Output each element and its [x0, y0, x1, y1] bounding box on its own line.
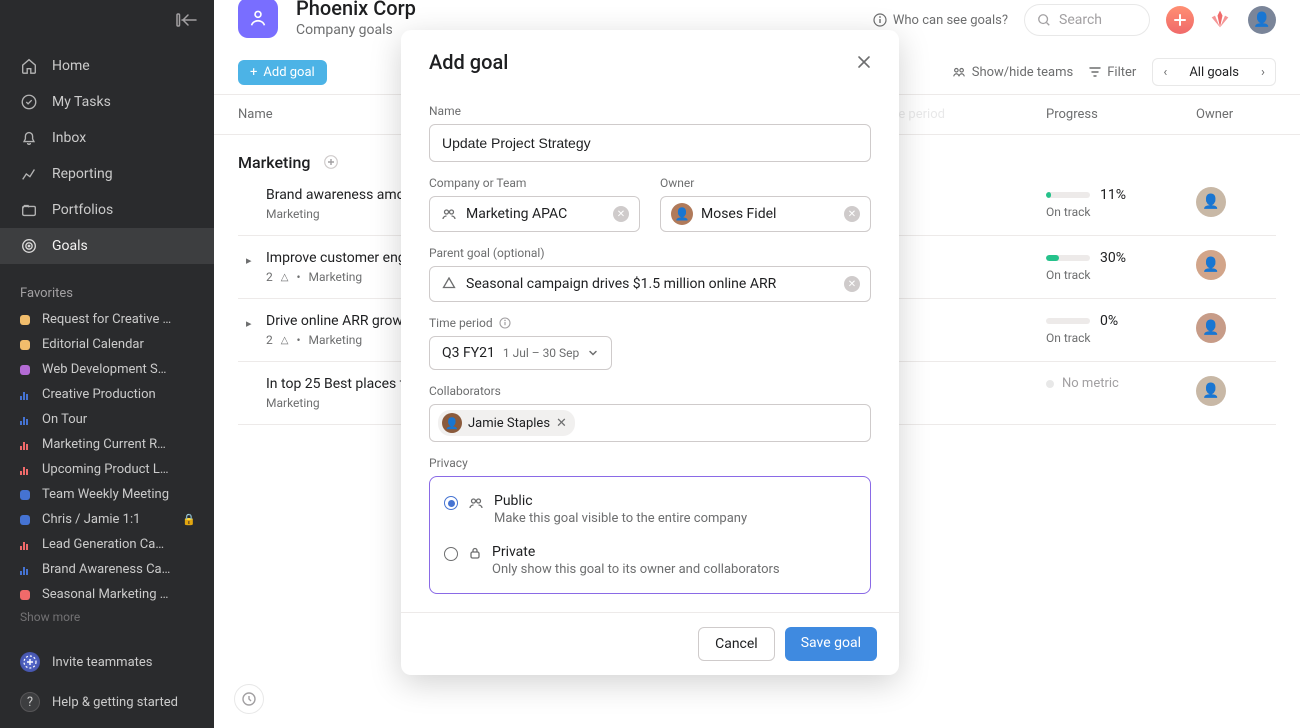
company-select[interactable]: Marketing APAC ✕ — [429, 196, 640, 232]
owner-clear[interactable]: ✕ — [844, 206, 860, 222]
owner-select[interactable]: 👤 Moses Fidel ✕ — [660, 196, 871, 232]
info-icon — [499, 317, 511, 329]
owner-avatar: 👤 — [671, 203, 693, 225]
lock-icon — [468, 546, 482, 560]
company-value: Marketing APAC — [466, 206, 605, 222]
collaborators-label: Collaborators — [429, 384, 871, 398]
collab-name: Jamie Staples — [468, 416, 550, 431]
goal-name-input[interactable] — [429, 124, 871, 162]
owner-value: Moses Fidel — [701, 206, 836, 222]
time-period-label: Time period — [429, 316, 871, 330]
close-icon — [857, 55, 871, 69]
team-icon — [440, 206, 458, 222]
private-desc: Only show this goal to its owner and col… — [492, 562, 780, 577]
parent-clear[interactable]: ✕ — [844, 276, 860, 292]
collaborator-chip: 👤 Jamie Staples ✕ — [438, 410, 575, 436]
public-icon — [468, 495, 484, 511]
public-desc: Make this goal visible to the entire com… — [494, 511, 747, 526]
add-goal-modal: Add goal Name Company or Team Mar — [401, 30, 899, 675]
company-clear[interactable]: ✕ — [613, 206, 629, 222]
public-title: Public — [494, 493, 747, 509]
modal-close-button[interactable] — [857, 55, 871, 69]
modal-overlay: Add goal Name Company or Team Mar — [0, 0, 1300, 728]
name-label: Name — [429, 104, 871, 118]
chevron-down-icon — [587, 347, 599, 359]
tp-range: 1 Jul – 30 Sep — [503, 346, 579, 360]
parent-label: Parent goal (optional) — [429, 246, 871, 260]
owner-label: Owner — [660, 176, 871, 190]
company-label: Company or Team — [429, 176, 640, 190]
tp-value: Q3 FY21 — [442, 345, 495, 361]
time-period-select[interactable]: Q3 FY21 1 Jul – 30 Sep — [429, 336, 612, 370]
privacy-private-radio[interactable] — [444, 547, 458, 561]
collab-remove[interactable]: ✕ — [556, 416, 567, 431]
save-goal-button[interactable]: Save goal — [785, 627, 877, 661]
parent-goal-select[interactable]: Seasonal campaign drives $1.5 million on… — [429, 266, 871, 302]
modal-title: Add goal — [429, 50, 508, 74]
parent-value: Seasonal campaign drives $1.5 million on… — [466, 276, 836, 292]
collab-avatar: 👤 — [442, 413, 462, 433]
collaborators-input[interactable]: 👤 Jamie Staples ✕ — [429, 404, 871, 442]
privacy-label: Privacy — [429, 456, 871, 470]
private-title: Private — [492, 544, 780, 560]
goal-icon — [440, 277, 458, 291]
cancel-button[interactable]: Cancel — [698, 627, 775, 661]
privacy-public-radio[interactable] — [444, 496, 458, 510]
privacy-group: Public Make this goal visible to the ent… — [429, 476, 871, 594]
